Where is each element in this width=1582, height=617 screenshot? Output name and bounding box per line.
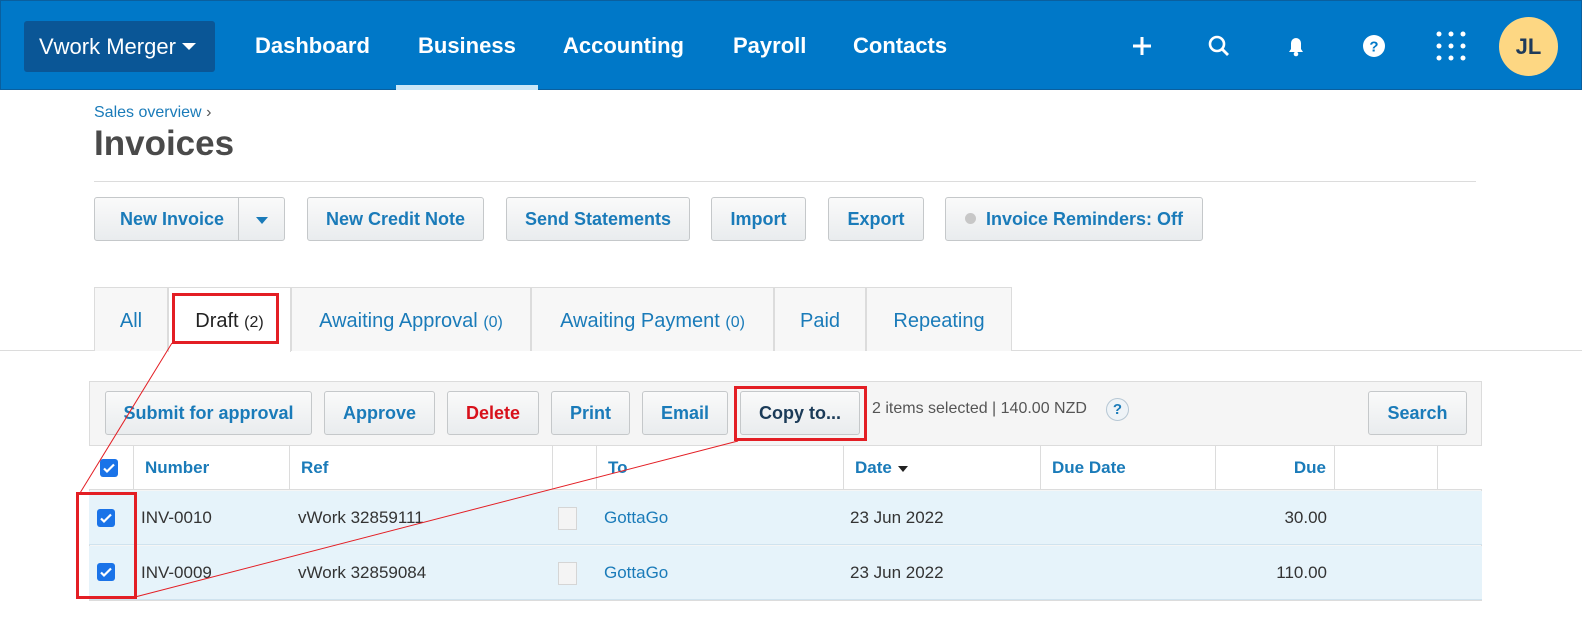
avatar[interactable]: JL (1499, 17, 1558, 76)
column-divider (843, 445, 844, 490)
breadcrumb-link[interactable]: Sales overview (94, 104, 202, 121)
invoice-ref: vWork 32859084 (298, 563, 427, 582)
invoice-ref: vWork 32859111 (298, 508, 424, 527)
sort-desc-icon (897, 465, 908, 472)
column-due[interactable]: Due (1215, 446, 1326, 490)
invoice-date: 23 Jun 2022 (850, 508, 944, 527)
column-divider (1215, 445, 1216, 490)
column-to[interactable]: To (608, 446, 628, 490)
table-header: Number Ref To Date Due Date Due (89, 445, 1482, 490)
divider (94, 181, 1476, 182)
selection-summary: 2 items selected | 140.00 NZD (872, 400, 1087, 417)
table-row[interactable]: INV-0009 vWork 32859084 GottaGo 23 Jun 2… (89, 546, 1482, 600)
tab-repeating[interactable]: Repeating (866, 287, 1012, 351)
column-number[interactable]: Number (145, 446, 209, 490)
delete-button[interactable]: Delete (447, 391, 539, 435)
tab-label: Draft (195, 310, 239, 332)
email-button[interactable]: Email (642, 391, 728, 435)
plus-icon[interactable] (1125, 29, 1159, 63)
column-divider (552, 445, 553, 490)
invoice-date: 23 Jun 2022 (850, 563, 944, 582)
invoice-reminders-button[interactable]: Invoice Reminders: Off (945, 197, 1203, 241)
apps-grid-icon[interactable] (1434, 29, 1468, 63)
help-icon[interactable]: ? (1357, 29, 1391, 63)
nav-dashboard[interactable]: Dashboard (255, 1, 370, 90)
contact-link[interactable]: GottaGo (604, 491, 668, 545)
search-button[interactable]: Search (1368, 391, 1467, 435)
breadcrumb-separator: › (206, 104, 212, 121)
nav-payroll[interactable]: Payroll (733, 1, 806, 90)
breadcrumb: Sales overview › (94, 104, 211, 122)
help-icon[interactable]: ? (1106, 398, 1129, 421)
svg-text:?: ? (1369, 39, 1378, 56)
column-ref[interactable]: Ref (301, 446, 328, 490)
org-switcher[interactable]: Vwork Merger (24, 21, 215, 72)
chevron-down-icon[interactable] (256, 217, 268, 224)
send-statements-button[interactable]: Send Statements (506, 197, 690, 241)
column-divider (1334, 445, 1335, 490)
tab-label: All (119, 310, 143, 332)
new-invoice-label: New Invoice (120, 209, 225, 229)
page-title: Invoices (94, 124, 235, 163)
tab-count: (0) (725, 314, 745, 331)
invoice-reminders-label: Invoice Reminders: Off (985, 209, 1184, 229)
contact-link[interactable]: GottaGo (604, 546, 668, 600)
org-name: Vwork Merger (39, 34, 176, 59)
tab-all[interactable]: All (94, 287, 168, 351)
column-divider (596, 445, 597, 490)
row-checkbox[interactable] (97, 563, 115, 581)
column-divider (133, 445, 134, 490)
print-button[interactable]: Print (551, 391, 630, 435)
invoice-due-amount: 30.00 (1284, 508, 1327, 527)
search-icon[interactable] (1202, 29, 1236, 63)
new-credit-note-button[interactable]: New Credit Note (307, 197, 484, 241)
tab-awaiting-payment[interactable]: Awaiting Payment (0) (531, 287, 774, 351)
tab-awaiting-approval[interactable]: Awaiting Approval (0) (291, 287, 531, 351)
new-invoice-button[interactable]: New Invoice (94, 197, 285, 241)
copy-to-button[interactable]: Copy to... (740, 391, 860, 435)
column-due-date[interactable]: Due Date (1052, 446, 1126, 490)
tab-label: Repeating (893, 310, 985, 332)
column-divider (289, 445, 290, 490)
column-divider (1437, 445, 1438, 490)
invoice-number: INV-0010 (141, 508, 212, 527)
chevron-down-icon (181, 42, 196, 50)
export-button[interactable]: Export (828, 197, 924, 241)
submit-for-approval-button[interactable]: Submit for approval (105, 391, 312, 435)
document-icon (558, 507, 577, 530)
approve-button[interactable]: Approve (324, 391, 435, 435)
tab-draft[interactable]: Draft (2) (168, 287, 291, 352)
column-label: Date (855, 458, 892, 477)
split-divider (238, 198, 239, 240)
table-row[interactable]: INV-0010 vWork 32859111 GottaGo 23 Jun 2… (89, 491, 1482, 545)
invoice-number: INV-0009 (141, 563, 212, 582)
row-checkbox[interactable] (97, 509, 115, 527)
import-button[interactable]: Import (711, 197, 806, 241)
tab-label: Paid (799, 310, 841, 332)
tab-count: (2) (244, 314, 264, 331)
select-all-checkbox[interactable] (100, 459, 118, 477)
tab-label: Awaiting Payment (560, 310, 720, 332)
tab-label: Awaiting Approval (319, 310, 478, 332)
tab-paid[interactable]: Paid (774, 287, 866, 351)
tab-count: (0) (483, 314, 503, 331)
top-nav: Vwork Merger Dashboard Business Accounti… (0, 0, 1582, 90)
document-icon (558, 562, 577, 585)
nav-business[interactable]: Business (396, 1, 538, 90)
nav-accounting[interactable]: Accounting (563, 1, 684, 90)
nav-contacts[interactable]: Contacts (853, 1, 947, 90)
bell-icon[interactable] (1279, 29, 1313, 63)
status-dot-icon (964, 212, 976, 224)
column-divider (1040, 445, 1041, 490)
column-date[interactable]: Date (855, 446, 908, 490)
invoice-due-amount: 110.00 (1276, 563, 1327, 582)
